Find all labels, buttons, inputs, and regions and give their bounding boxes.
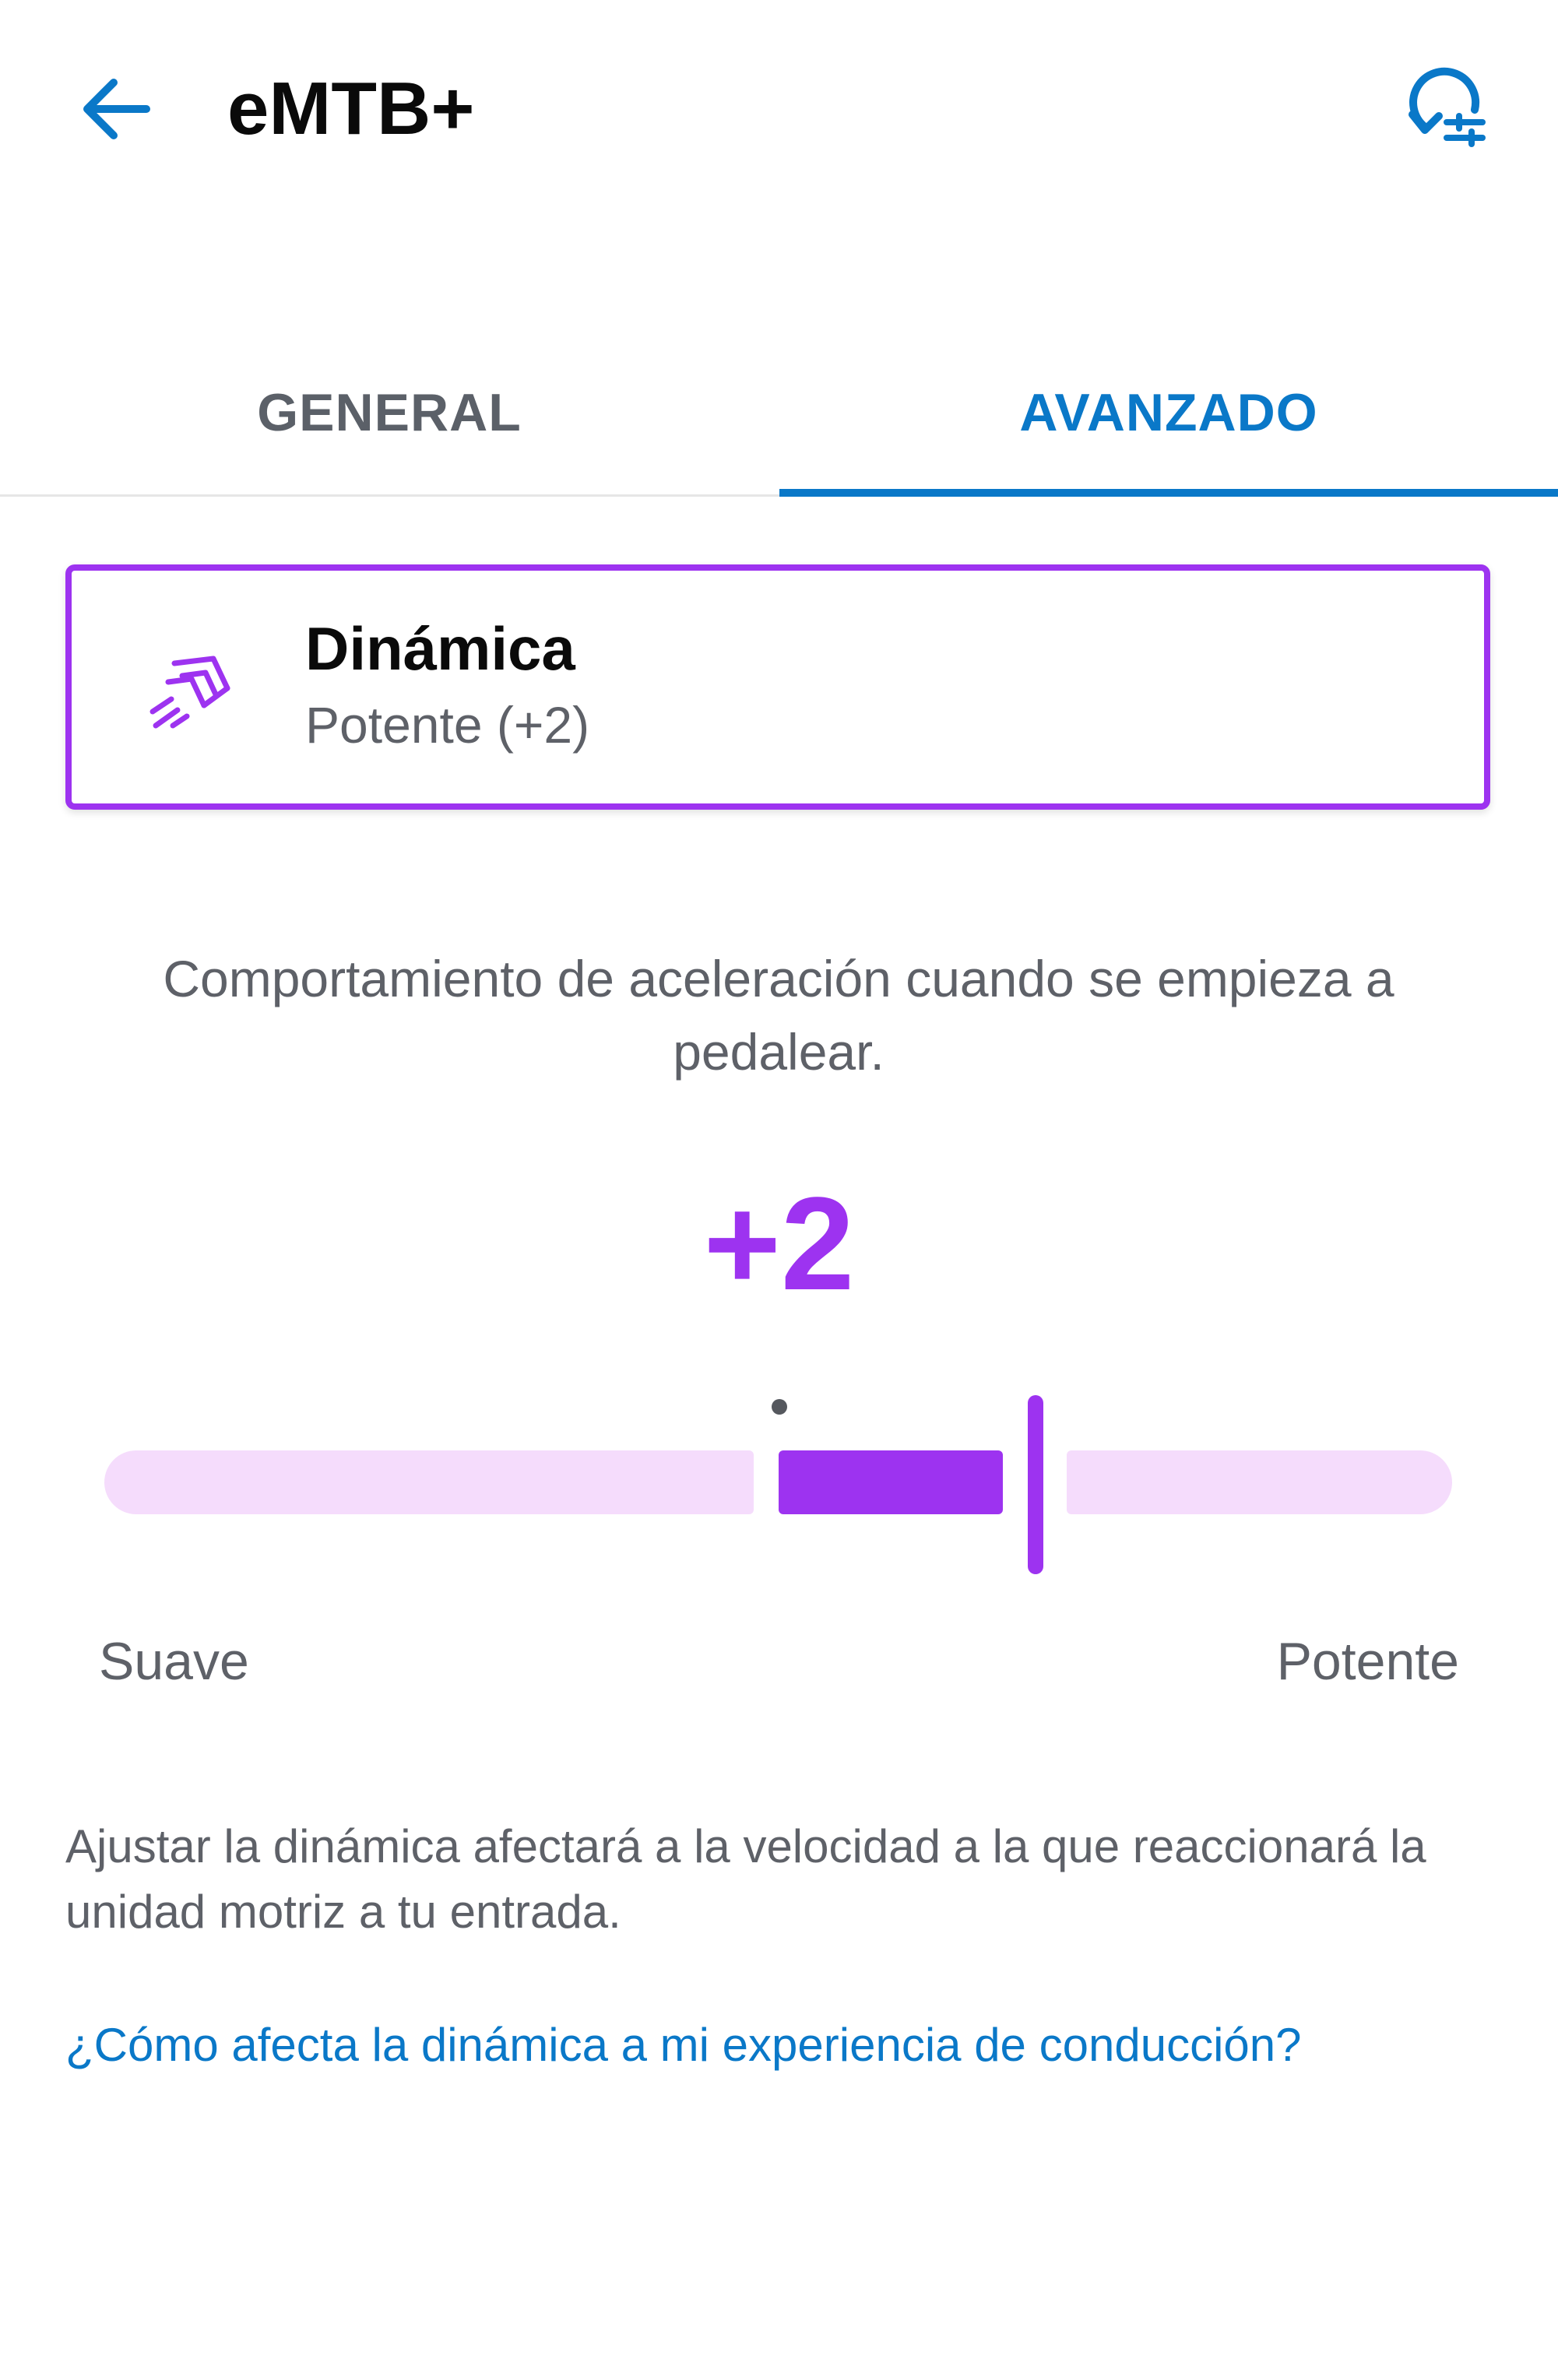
reset-settings-icon — [1409, 67, 1486, 147]
back-button[interactable] — [74, 74, 156, 144]
slider-thumb[interactable] — [1028, 1395, 1043, 1574]
slider-center-marker — [772, 1399, 787, 1415]
slider-min-label: Suave — [99, 1632, 249, 1691]
page-title: eMTB+ — [227, 67, 475, 150]
slider-track-fill[interactable] — [779, 1450, 1003, 1514]
help-link[interactable]: ¿Cómo afecta la dinámica a mi experienci… — [65, 2013, 1490, 2078]
dynamics-setting-card[interactable]: Dinámica Potente (+2) — [65, 564, 1490, 810]
slider-track-right[interactable] — [1067, 1450, 1452, 1514]
info-note: Ajustar la dinámica afectará a la veloci… — [65, 1820, 1426, 1938]
setting-value: Potente (+2) — [305, 696, 590, 754]
setting-title: Dinámica — [305, 614, 575, 683]
tab-selected-indicator — [779, 489, 1558, 497]
dynamics-chevrons-icon — [149, 656, 230, 729]
arrow-left-icon — [83, 79, 150, 139]
tab-avanzado[interactable]: AVANZADO — [779, 335, 1558, 490]
dynamics-slider[interactable] — [0, 1378, 1558, 1580]
slider-track-left[interactable] — [104, 1450, 754, 1514]
tab-bar: GENERAL AVANZADO — [0, 335, 1558, 498]
reset-settings-button[interactable] — [1394, 62, 1495, 156]
slider-max-label: Potente — [1276, 1632, 1459, 1691]
setting-description: Comportamiento de aceleración cuando se … — [163, 950, 1394, 1081]
tab-general[interactable]: GENERAL — [0, 335, 779, 490]
slider-value-label: +2 — [703, 1170, 855, 1318]
